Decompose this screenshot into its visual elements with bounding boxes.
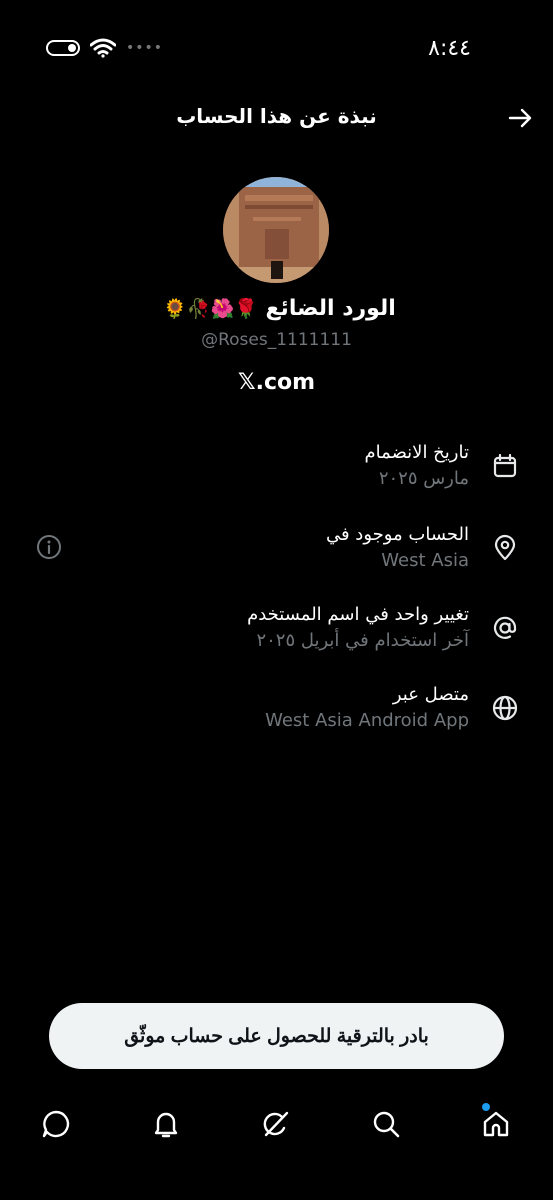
join-date-value: مارس ٢٠٢٥ xyxy=(378,468,469,489)
back-arrow-icon[interactable] xyxy=(507,105,533,131)
search-icon[interactable] xyxy=(370,1108,402,1140)
x-link[interactable]: 𝕏.com xyxy=(0,370,553,395)
signal-icon: •••• xyxy=(126,40,164,56)
join-date-text: تاريخ الانضمام مارس ٢٠٢٥ xyxy=(89,440,469,492)
at-sign-icon xyxy=(493,616,517,639)
connected-via-value: West Asia Android App xyxy=(265,710,469,731)
handle: @Roses_1111111 xyxy=(201,330,352,350)
avatar[interactable] xyxy=(223,177,329,283)
home-icon[interactable] xyxy=(480,1108,512,1140)
upgrade-verified-button[interactable]: بادر بالترقية للحصول على حساب موثّق xyxy=(49,1003,504,1069)
home-notification-dot xyxy=(482,1103,490,1111)
location-row: الحساب موجود في West Asia xyxy=(0,522,553,586)
notifications-icon[interactable] xyxy=(150,1108,182,1140)
username-changes-text: تغيير واحد في اسم المستخدم آخر استخدام ف… xyxy=(89,602,469,654)
bottom-nav xyxy=(0,1100,553,1150)
info-circle-icon[interactable] xyxy=(36,534,62,560)
avatar-image xyxy=(223,177,329,283)
join-date-label: تاريخ الانضمام xyxy=(364,442,469,463)
status-icons: •••• xyxy=(46,38,163,58)
display-name-emojis: 🌹🌺🥀🌻 xyxy=(163,298,258,320)
grok-icon[interactable] xyxy=(260,1108,292,1140)
about-account-screen: •••• ٨:٤٤ نبذة عن هذا الحساب الورد الضائ… xyxy=(0,0,553,1200)
username-changes-label: تغيير واحد في اسم المستخدم xyxy=(247,604,469,625)
page-title: نبذة عن هذا الحساب xyxy=(176,104,377,128)
status-time: ٨:٤٤ xyxy=(428,36,471,61)
display-name: الورد الضائع 🌹🌺🥀🌻 xyxy=(0,296,553,321)
calendar-icon xyxy=(493,453,517,478)
location-value: West Asia xyxy=(381,550,469,571)
location-text: الحساب موجود في West Asia xyxy=(89,522,469,574)
connected-via-row: متصل عبر West Asia Android App xyxy=(0,682,553,746)
battery-icon xyxy=(46,40,80,56)
location-label: الحساب موجود في xyxy=(325,524,469,545)
display-name-text: الورد الضائع xyxy=(265,296,396,321)
username-changes-row: تغيير واحد في اسم المستخدم آخر استخدام ف… xyxy=(0,602,553,666)
globe-icon xyxy=(492,695,518,721)
connected-via-label: متصل عبر xyxy=(392,684,469,705)
messages-icon[interactable] xyxy=(40,1108,72,1140)
join-date-row: تاريخ الانضمام مارس ٢٠٢٥ xyxy=(0,440,553,504)
username-changes-value: آخر استخدام في أبريل ٢٠٢٥ xyxy=(256,630,469,651)
wifi-icon xyxy=(90,38,116,58)
connected-via-text: متصل عبر West Asia Android App xyxy=(89,682,469,734)
location-pin-icon xyxy=(494,534,516,561)
